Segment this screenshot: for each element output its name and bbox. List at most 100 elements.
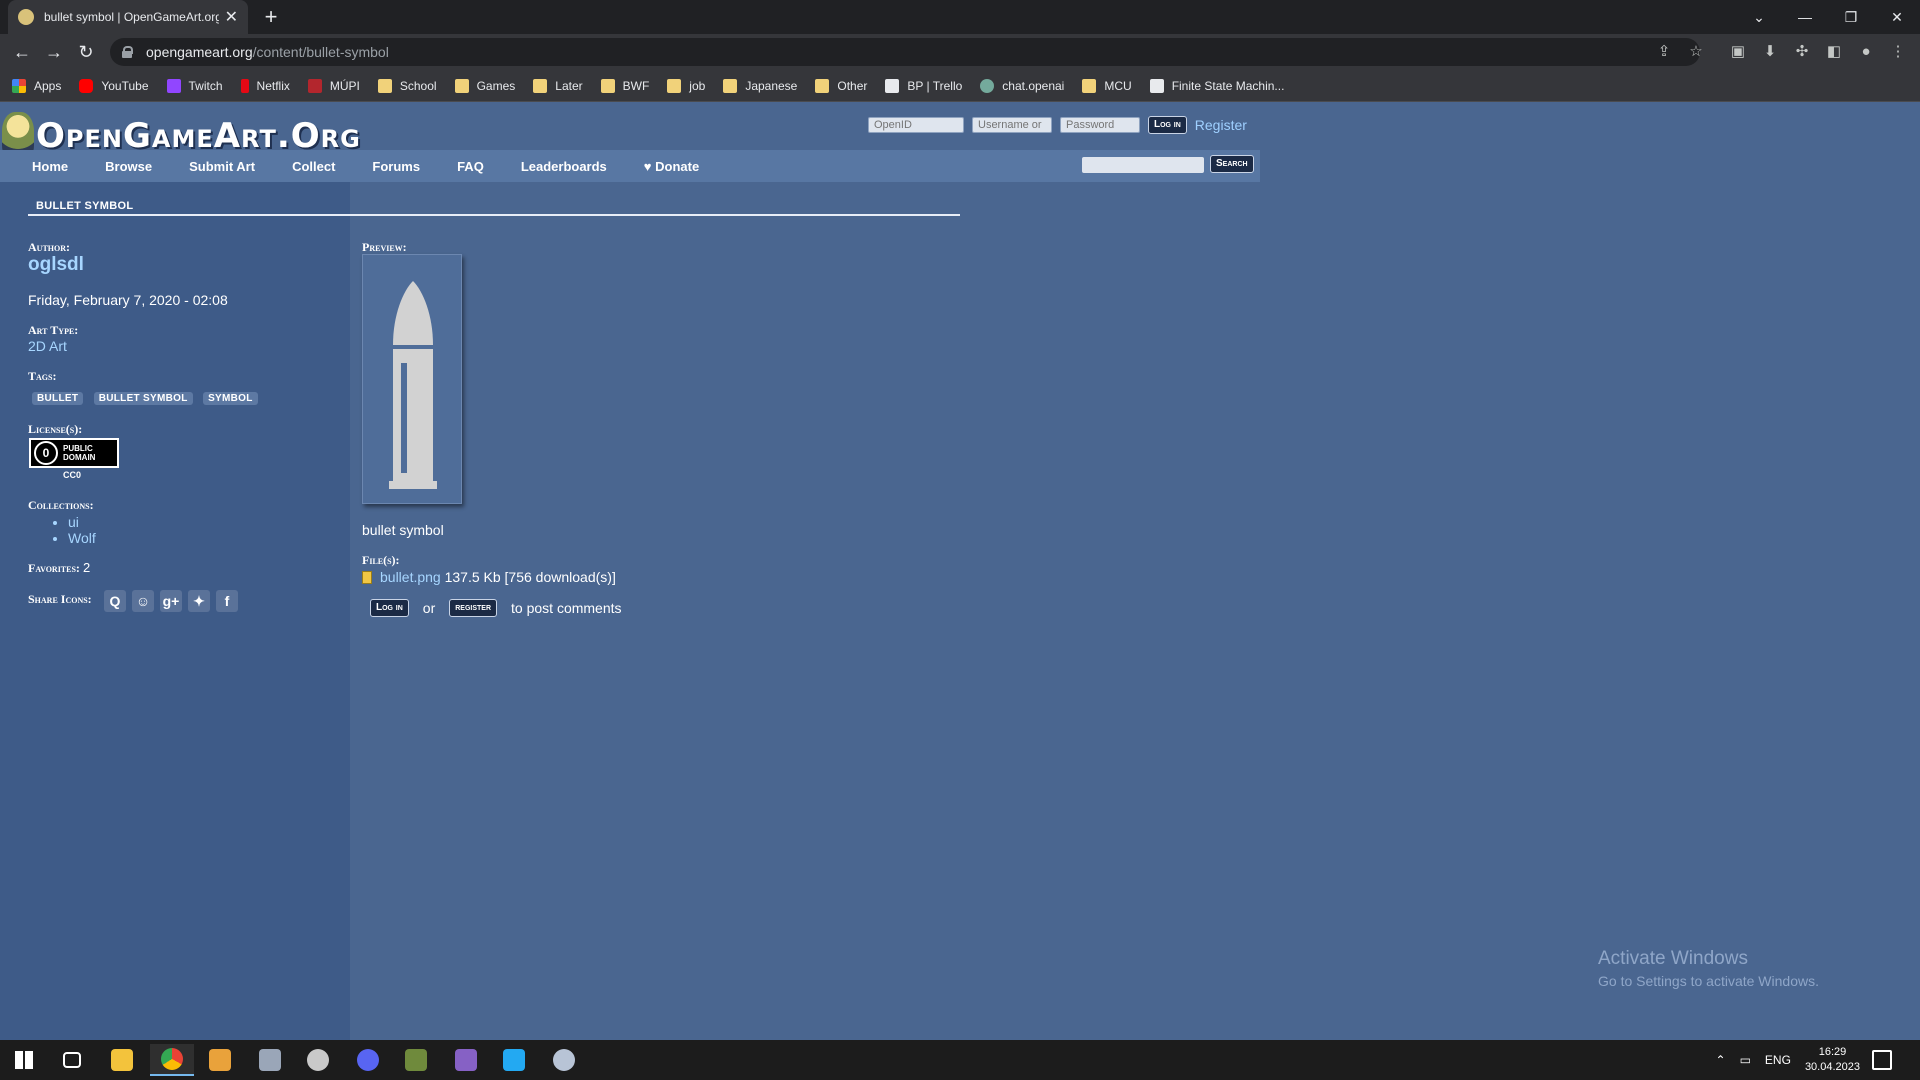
- tag-symbol[interactable]: SYMBOL: [203, 392, 258, 405]
- facebook-icon[interactable]: f: [216, 590, 238, 612]
- extensions-puzzle-icon[interactable]: ✣: [1790, 40, 1814, 64]
- restore-button[interactable]: ❐: [1828, 4, 1874, 30]
- password-field[interactable]: [1060, 117, 1140, 133]
- profile-avatar-icon[interactable]: ●: [1854, 40, 1878, 64]
- file-row: bullet.png 137.5 Kb [756 download(s)]: [362, 569, 616, 585]
- favorites-row: Favorites: 2: [28, 560, 90, 576]
- back-icon[interactable]: ←: [10, 40, 34, 64]
- minimize-button[interactable]: —: [1782, 4, 1828, 30]
- bookmark-folder-japanese[interactable]: Japanese: [723, 78, 797, 93]
- bookmark-fsm[interactable]: Finite State Machin...: [1149, 78, 1284, 93]
- language-indicator[interactable]: ENG: [1765, 1053, 1791, 1067]
- taskbar-vscode[interactable]: [492, 1044, 536, 1076]
- browser-tab[interactable]: bullet symbol | OpenGameArt.org ✕: [8, 0, 248, 34]
- side-panel-icon[interactable]: ◧: [1822, 40, 1846, 64]
- file-info: 137.5 Kb [756 download(s)]: [444, 569, 616, 585]
- bookmark-folder-bwf[interactable]: BWF: [600, 78, 649, 93]
- search-share-icon[interactable]: Q: [104, 590, 126, 612]
- bookmark-twitch[interactable]: Twitch: [166, 78, 223, 93]
- nav-submit-art[interactable]: Submit Art: [189, 159, 255, 174]
- address-bar[interactable]: opengameart.org /content/bullet-symbol: [110, 38, 1700, 66]
- notifications-icon[interactable]: [1872, 1050, 1892, 1070]
- activate-windows-subtitle: Go to Settings to activate Windows.: [1598, 973, 1819, 989]
- discord-icon: [357, 1049, 379, 1071]
- bookmark-mupi[interactable]: MÚPI: [307, 78, 360, 93]
- taskbar-discord[interactable]: [346, 1044, 390, 1076]
- share-page-icon[interactable]: ⇪: [1652, 40, 1676, 64]
- reload-icon[interactable]: ↻: [74, 40, 98, 64]
- bookmark-youtube[interactable]: YouTube: [79, 78, 149, 93]
- search-button[interactable]: Search: [1210, 155, 1254, 173]
- license-label: License(s):: [28, 422, 83, 436]
- new-tab-button[interactable]: +: [258, 4, 284, 30]
- close-window-button[interactable]: ✕: [1874, 4, 1920, 30]
- reddit-icon[interactable]: ☺: [132, 590, 154, 612]
- username-field[interactable]: [972, 117, 1052, 133]
- battery-icon[interactable]: ▭: [1740, 1053, 1751, 1067]
- menu-kebab-icon[interactable]: ⋮: [1886, 40, 1910, 64]
- preview-image[interactable]: [362, 254, 462, 504]
- collection-item[interactable]: ui: [68, 514, 96, 530]
- tab-search-icon[interactable]: ⌄: [1736, 4, 1782, 30]
- preview-label: Preview:: [362, 240, 407, 254]
- bookmark-trello[interactable]: BP | Trello: [885, 78, 962, 93]
- login-button[interactable]: Log in: [1148, 116, 1187, 134]
- google-plus-icon[interactable]: g+: [160, 590, 182, 612]
- author-link[interactable]: oglsdl: [28, 254, 84, 276]
- app-icon: [405, 1049, 427, 1071]
- art-type-link[interactable]: 2D Art: [28, 338, 67, 354]
- clock[interactable]: 16:29 30.04.2023: [1805, 1045, 1860, 1075]
- tag-bullet[interactable]: BULLET: [32, 392, 84, 405]
- file-download-link[interactable]: bullet.png: [380, 569, 441, 585]
- start-button[interactable]: [2, 1044, 46, 1076]
- tab-close-icon[interactable]: ✕: [225, 7, 238, 27]
- windows-logo-icon: [15, 1051, 33, 1069]
- taskbar-app-1[interactable]: [198, 1044, 242, 1076]
- bookmark-netflix[interactable]: Netflix: [240, 78, 290, 93]
- taskbar-app-5[interactable]: [542, 1044, 586, 1076]
- bookmark-folder-later[interactable]: Later: [533, 78, 583, 93]
- bookmark-apps[interactable]: Apps: [12, 78, 61, 93]
- search-input[interactable]: [1082, 157, 1204, 173]
- taskbar-chrome[interactable]: [150, 1044, 194, 1076]
- download-extension-icon[interactable]: ⬇: [1758, 40, 1782, 64]
- bookmark-folder-games[interactable]: Games: [454, 78, 515, 93]
- bookmark-chatgpt[interactable]: chat.openai: [980, 78, 1064, 93]
- nav-donate[interactable]: ♥ Donate: [644, 159, 699, 174]
- taskbar-app-4[interactable]: [394, 1044, 438, 1076]
- taskbar-visual-studio[interactable]: [444, 1044, 488, 1076]
- taskbar-app-2[interactable]: [248, 1044, 292, 1076]
- nav-leaderboards[interactable]: Leaderboards: [521, 159, 607, 174]
- nav-browse[interactable]: Browse: [105, 159, 152, 174]
- taskbar-app-3[interactable]: [296, 1044, 340, 1076]
- tag-list: BULLET BULLET SYMBOL SYMBOL: [32, 388, 264, 406]
- app-icon: [307, 1049, 329, 1071]
- twitter-icon[interactable]: ✦: [188, 590, 210, 612]
- nav-forums[interactable]: Forums: [372, 159, 420, 174]
- tag-bullet-symbol[interactable]: BULLET SYMBOL: [93, 392, 193, 405]
- openid-field[interactable]: [868, 117, 964, 133]
- comment-register-button[interactable]: register: [449, 599, 498, 617]
- forward-icon[interactable]: →: [42, 40, 66, 64]
- clock-time: 16:29: [1818, 1046, 1847, 1058]
- nav-collect[interactable]: Collect: [292, 159, 335, 174]
- nav-home[interactable]: Home: [32, 159, 68, 174]
- folder-icon: [600, 78, 615, 93]
- tab-strip: bullet symbol | OpenGameArt.org ✕ + ⌄ — …: [0, 0, 1920, 34]
- app-icon: [209, 1049, 231, 1071]
- bookmark-star-icon[interactable]: ☆: [1684, 40, 1708, 64]
- nav-faq[interactable]: FAQ: [457, 159, 484, 174]
- register-link[interactable]: Register: [1195, 117, 1247, 133]
- bookmark-folder-other[interactable]: Other: [815, 78, 867, 93]
- bookmark-folder-job[interactable]: job: [667, 78, 705, 93]
- collection-item[interactable]: Wolf: [68, 530, 96, 546]
- comment-login-button[interactable]: Log in: [370, 599, 409, 617]
- task-view-button[interactable]: [50, 1044, 94, 1076]
- extension-icon[interactable]: ▣: [1726, 40, 1750, 64]
- bookmark-folder-mcu[interactable]: MCU: [1082, 78, 1132, 93]
- taskbar-file-explorer[interactable]: [100, 1044, 144, 1076]
- bookmark-folder-school[interactable]: School: [377, 78, 437, 93]
- tray-chevron-icon[interactable]: ⌃: [1716, 1053, 1726, 1067]
- folder-icon: [377, 78, 392, 93]
- license-badge[interactable]: 0 PUBLIC DOMAIN: [29, 438, 119, 468]
